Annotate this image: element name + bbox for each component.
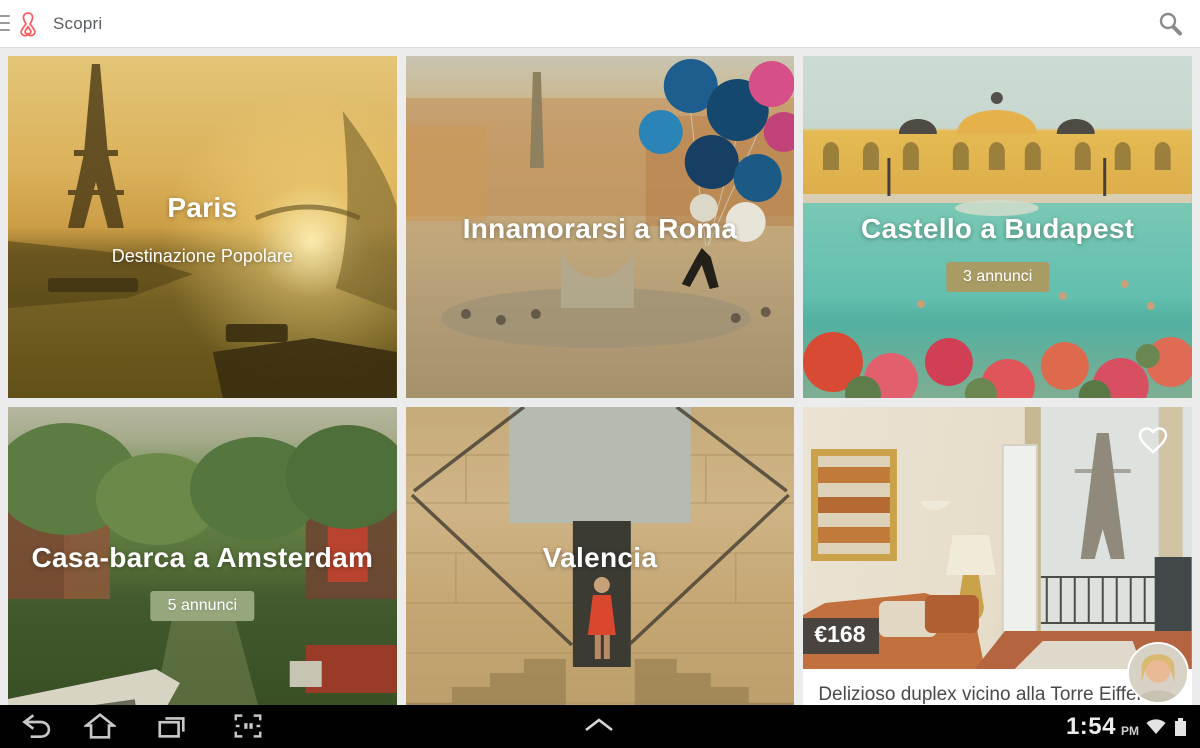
home-icon[interactable]: [84, 711, 116, 741]
destination-card-amsterdam[interactable]: Casa-barca a Amsterdam 5 annunci: [8, 407, 397, 748]
battery-icon: [1173, 716, 1188, 738]
price-badge: €168: [803, 618, 878, 654]
card-title: Paris: [8, 192, 397, 224]
status-cluster: 1:54 PM: [1066, 705, 1188, 748]
app-bar: Scopri: [0, 0, 1200, 48]
listing-count-badge: 3 annunci: [946, 262, 1049, 292]
valencia-photo: [406, 407, 795, 748]
discover-grid: Paris Destinazione Popolare: [0, 48, 1200, 748]
destination-card-roma[interactable]: Innamorarsi a Roma: [406, 56, 795, 398]
wifi-icon: [1145, 717, 1167, 737]
listing-photo: €168: [803, 407, 1192, 669]
android-nav-bar: 1:54 PM: [0, 705, 1200, 748]
card-title: Castello a Budapest: [803, 213, 1192, 245]
card-subtitle: Destinazione Popolare: [8, 246, 397, 267]
chevron-up-icon[interactable]: [583, 717, 615, 733]
search-icon[interactable]: [1156, 10, 1184, 38]
destination-card-budapest[interactable]: Castello a Budapest 3 annunci: [803, 56, 1192, 398]
page-title: Scopri: [53, 14, 102, 34]
destination-card-paris[interactable]: Paris Destinazione Popolare: [8, 56, 397, 398]
host-avatar[interactable]: [1127, 642, 1189, 704]
back-icon[interactable]: [20, 711, 52, 741]
screenshot-icon[interactable]: [232, 711, 264, 741]
favorite-heart-icon[interactable]: [1136, 425, 1170, 457]
clock: 1:54: [1066, 713, 1116, 741]
clock-meridiem: PM: [1121, 724, 1139, 738]
destination-card-valencia[interactable]: Valencia: [406, 407, 795, 748]
paris-photo: [8, 56, 397, 398]
listing-count-badge: 5 annunci: [151, 591, 254, 621]
listing-card-duplex[interactable]: €168 Delizioso duplex vicino alla Torre …: [803, 407, 1192, 748]
card-title: Casa-barca a Amsterdam: [8, 542, 397, 574]
airbnb-logo-icon[interactable]: [14, 8, 42, 40]
card-title: Innamorarsi a Roma: [406, 213, 795, 245]
amsterdam-photo: [8, 407, 397, 748]
hamburger-menu-icon[interactable]: [0, 15, 10, 31]
recent-apps-icon[interactable]: [156, 711, 188, 741]
card-title: Valencia: [406, 542, 795, 574]
